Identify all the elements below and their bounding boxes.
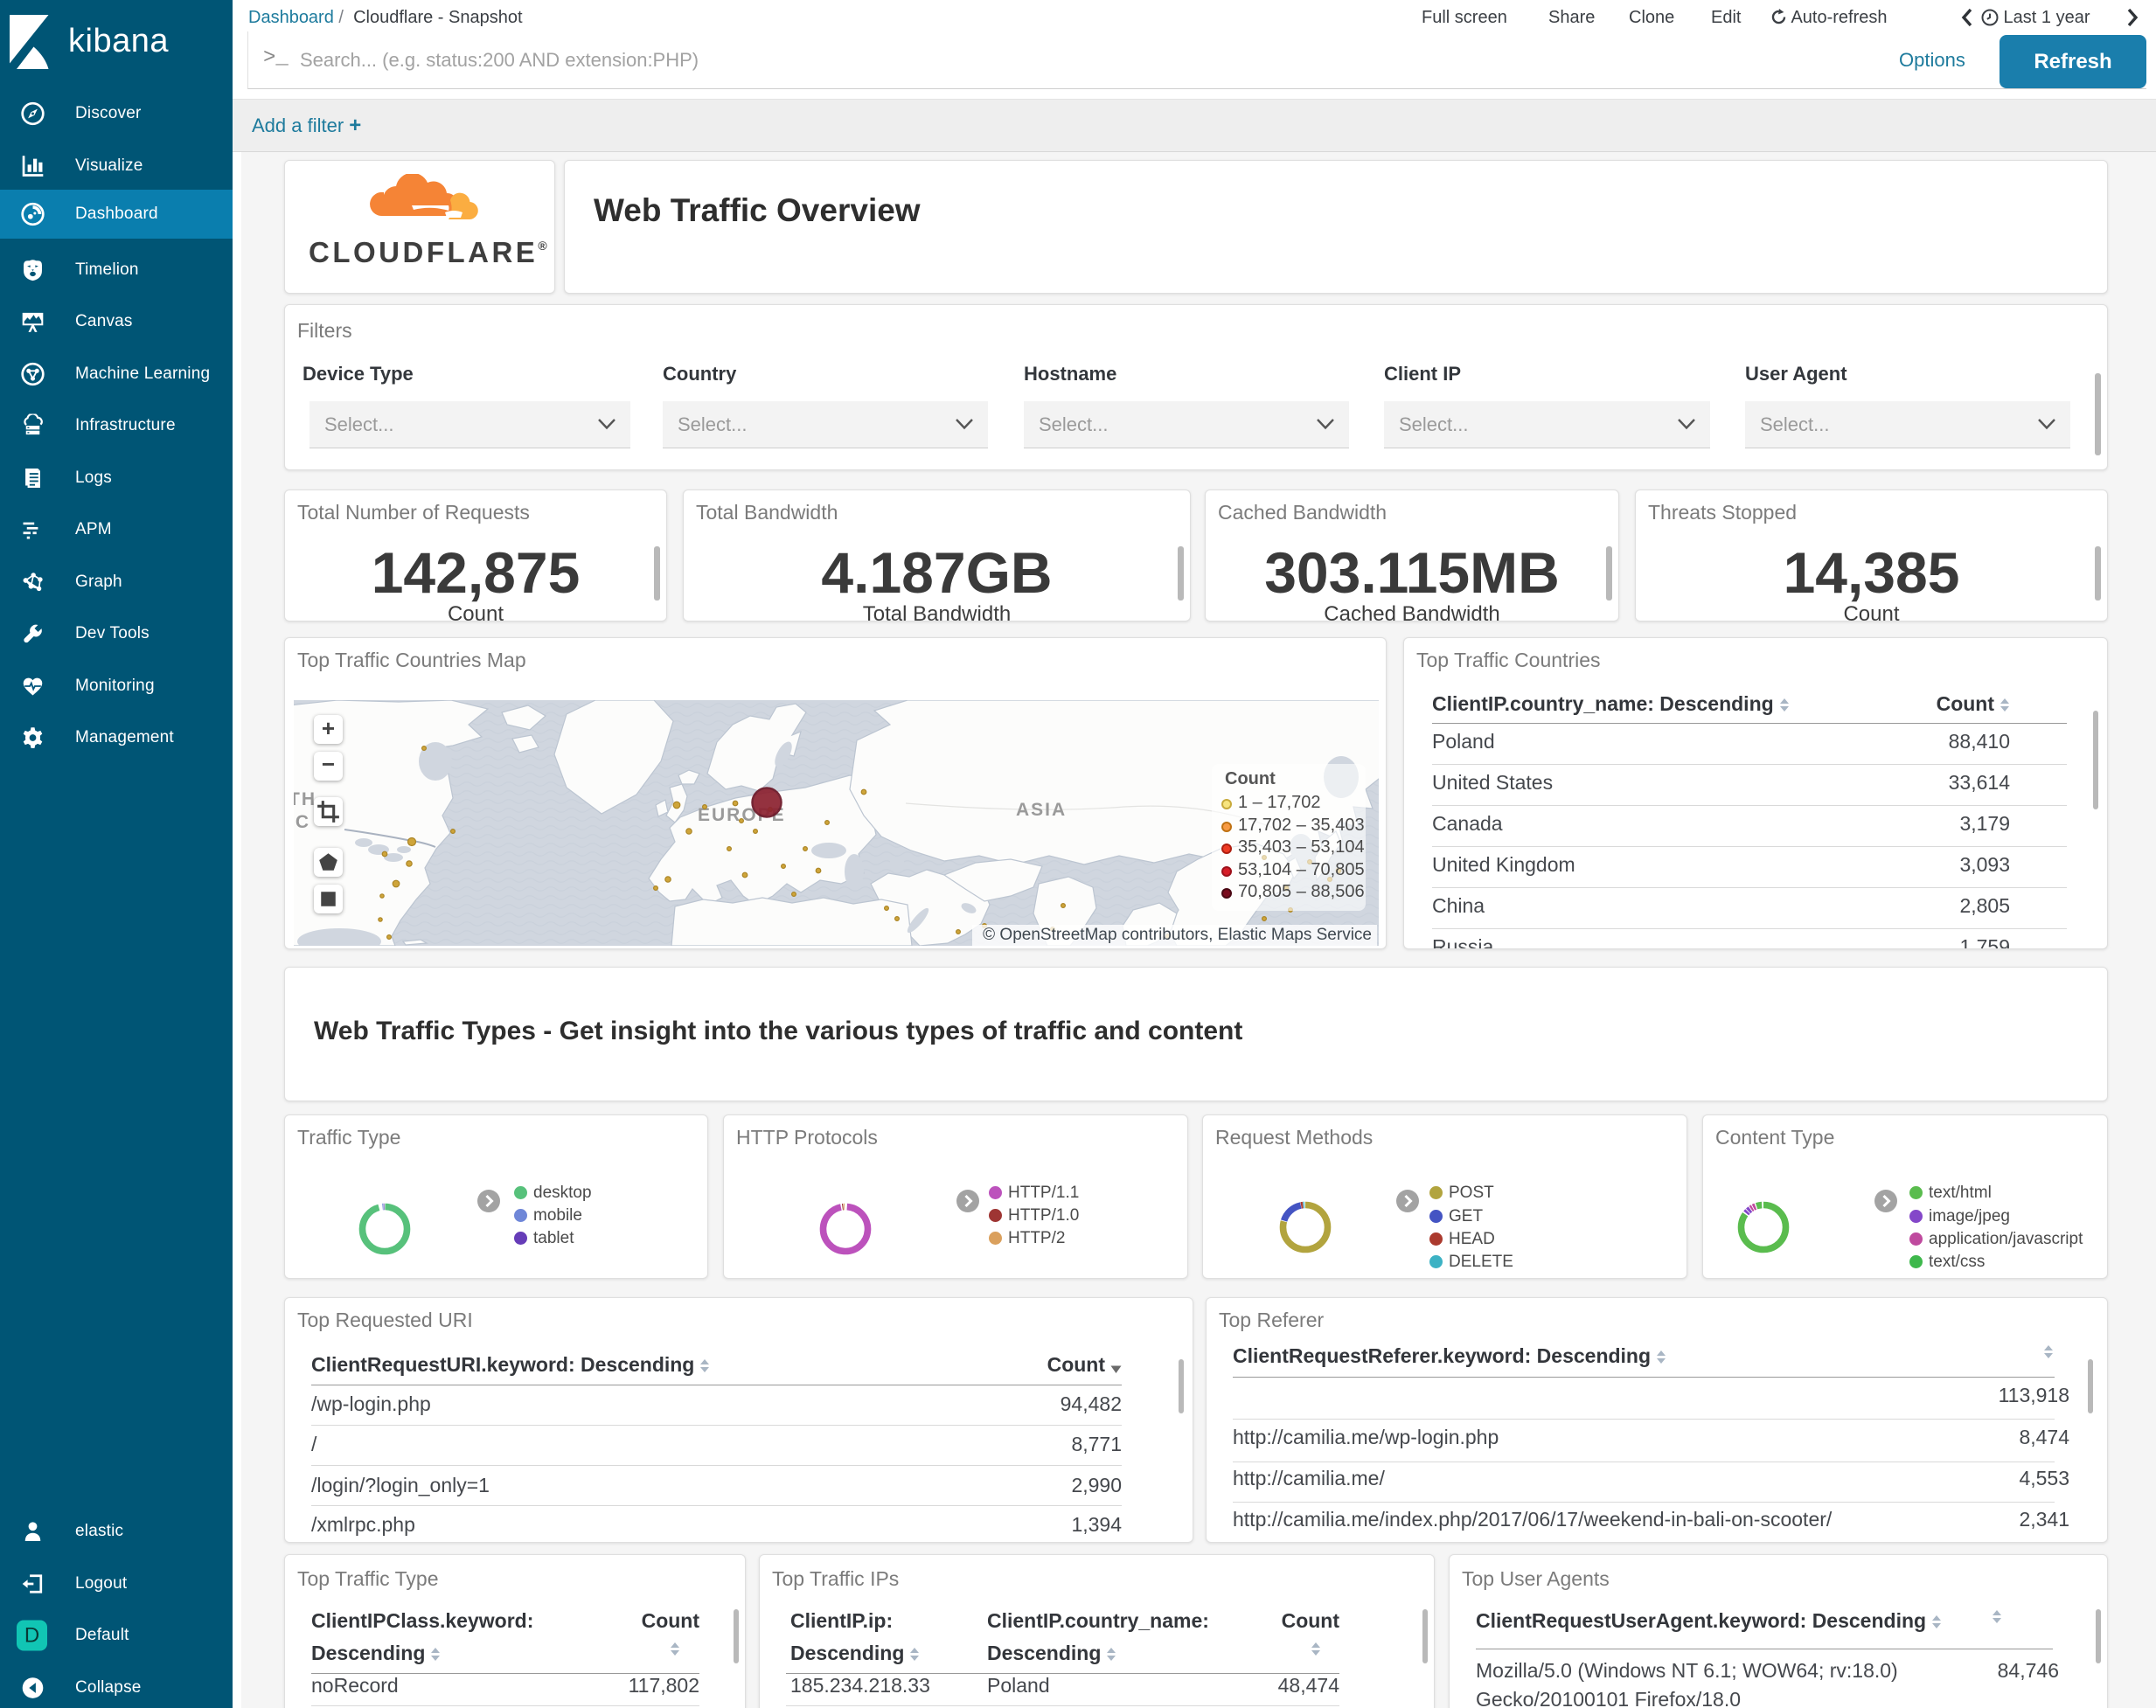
svg-text:IC: IC — [294, 812, 310, 832]
svg-text:ASIA: ASIA — [1016, 800, 1067, 820]
